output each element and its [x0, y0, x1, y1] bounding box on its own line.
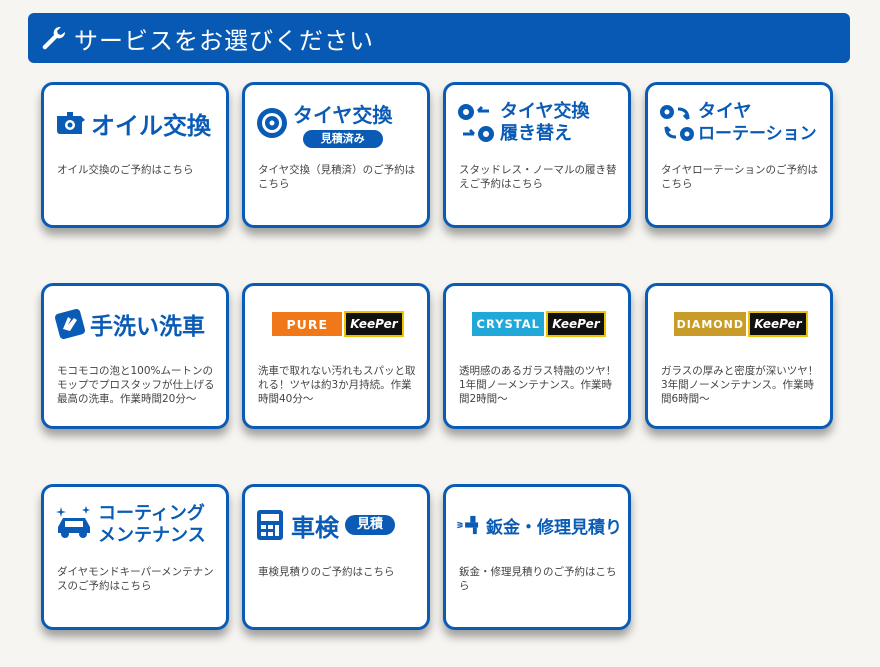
service-description: 透明感のあるガラス特融のツヤ！1年間ノーメンテナンス。作業時間2時間〜	[459, 365, 617, 405]
service-card-crystal-keeper[interactable]: CRYSTAL KeePer 透明感のあるガラス特融のツヤ！1年間ノーメンテナン…	[443, 283, 631, 429]
service-title-line1: タイヤ	[698, 101, 752, 122]
service-logo: DIAMOND KeePer	[658, 296, 824, 352]
service-description: 洗車で取れない汚れもスパッと取れる！ツヤは約3か月持続。作業時間40分〜	[258, 365, 416, 405]
service-description: ガラスの厚みと密度が深いツヤ！3年間ノーメンテナンス。作業時間6時間〜	[661, 365, 819, 405]
service-logo: 鈑金・修理見積り	[456, 497, 622, 553]
crystal-label: CRYSTAL	[472, 312, 545, 336]
sparkling-car-icon	[56, 506, 90, 538]
service-title-line2: メンテナンス	[98, 525, 206, 546]
calculator-icon	[257, 510, 283, 540]
keeper-brand: KeePer	[546, 311, 606, 337]
service-title-line2: ローテーション	[698, 124, 817, 144]
service-logo: タイヤ交換 履き替え	[456, 95, 622, 151]
service-card-pure-keeper[interactable]: PURE KeePer 洗車で取れない汚れもスパッと取れる！ツヤは約3か月持続。…	[242, 283, 430, 429]
oil-can-icon	[57, 112, 85, 134]
tire-swap-icon	[458, 104, 494, 142]
service-card-tire-swap[interactable]: タイヤ交換 履き替え スタッドレス・ノーマルの履き替えご予約はこちら	[443, 82, 631, 228]
service-description: ダイヤモンドキーパーメンテナンスのご予約はこちら	[57, 566, 214, 592]
service-logo: 車検 見積	[255, 497, 421, 553]
service-description: タイヤローテーションのご予約はこちら	[661, 164, 818, 190]
service-description: スタッドレス・ノーマルの履き替えご予約はこちら	[459, 164, 617, 190]
page-header: サービスをお選びください	[28, 13, 850, 63]
diamond-label: DIAMOND	[674, 312, 747, 336]
service-title: オイル交換	[91, 111, 211, 140]
tire-icon	[257, 108, 287, 138]
service-title-line2: 履き替え	[500, 123, 572, 144]
keeper-brand: KeePer	[748, 311, 808, 337]
service-logo: 手洗い洗車	[54, 296, 220, 352]
service-title-line1: タイヤ交換	[500, 101, 590, 122]
service-card-bodywork-repair[interactable]: 鈑金・修理見積り 鈑金・修理見積りのご予約はこちら	[443, 484, 631, 630]
service-title-line1: コーティング	[98, 503, 205, 524]
service-description: オイル交換のご予約はこちら	[57, 164, 194, 176]
service-description: 車検見積りのご予約はこちら	[258, 566, 395, 578]
service-card-tire-change-estimated[interactable]: タイヤ交換 見積済み タイヤ交換（見積済）のご予約はこちら	[242, 82, 430, 228]
service-logo: CRYSTAL KeePer	[456, 296, 622, 352]
tire-rotation-icon	[660, 105, 694, 141]
wrench-icon	[42, 26, 66, 50]
service-description: 鈑金・修理見積りのご予約はこちら	[459, 566, 617, 592]
service-logo: PURE KeePer	[255, 296, 421, 352]
keeper-brand: KeePer	[344, 311, 404, 337]
service-card-hand-wash[interactable]: 手洗い洗車 モコモコの泡と100%ムートンのモップでプロスタッフが仕上げる最高の…	[41, 283, 229, 429]
estimated-badge: 見積済み	[302, 129, 383, 148]
estimate-badge: 見積	[345, 515, 396, 535]
spray-gun-icon	[457, 515, 479, 535]
service-card-diamond-keeper[interactable]: DIAMOND KeePer ガラスの厚みと密度が深いツヤ！3年間ノーメンテナン…	[645, 283, 833, 429]
service-description: タイヤ交換（見積済）のご予約はこちら	[258, 164, 416, 190]
service-card-coating-maintenance[interactable]: コーティング メンテナンス ダイヤモンドキーパーメンテナンスのご予約はこちら	[41, 484, 229, 630]
service-card-oil-change[interactable]: オイル交換 オイル交換のご予約はこちら	[41, 82, 229, 228]
page-title: サービスをお選びください	[74, 26, 374, 55]
service-logo: オイル交換	[54, 95, 220, 151]
service-logo: タイヤ交換 見積済み	[255, 95, 421, 151]
service-title: 手洗い洗車	[90, 314, 205, 340]
service-card-vehicle-inspection[interactable]: 車検 見積 車検見積りのご予約はこちら	[242, 484, 430, 630]
service-card-tire-rotation[interactable]: タイヤ ローテーション タイヤローテーションのご予約はこちら	[645, 82, 833, 228]
service-title: 車検	[291, 513, 339, 542]
hand-wash-icon	[54, 308, 86, 340]
service-description: モコモコの泡と100%ムートンのモップでプロスタッフが仕上げる最高の洗車。作業時…	[57, 365, 215, 405]
service-title: 鈑金・修理見積り	[486, 517, 622, 538]
service-title: タイヤ交換	[293, 102, 393, 127]
service-logo: タイヤ ローテーション	[658, 95, 824, 151]
pure-label: PURE	[272, 312, 343, 336]
service-logo: コーティング メンテナンス	[54, 497, 220, 553]
